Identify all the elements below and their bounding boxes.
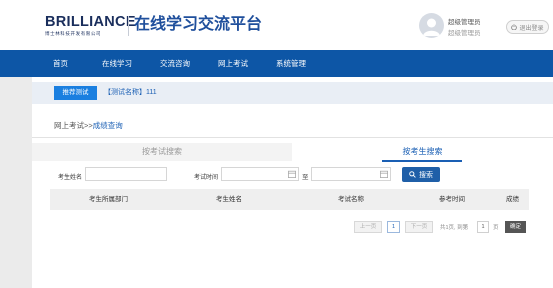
logo-divider bbox=[128, 16, 129, 36]
tab-search-by-exam[interactable]: 按考试搜索 bbox=[32, 143, 292, 161]
column-header-exam-name: 考试名称 bbox=[338, 196, 364, 203]
recommend-test-button[interactable]: 推荐测试 bbox=[54, 86, 97, 100]
column-header-score: 成绩 bbox=[506, 196, 519, 203]
site-title: 在线学习交流平台 bbox=[134, 16, 263, 33]
go-button[interactable]: 确定 bbox=[505, 221, 526, 233]
main-nav: 首页 在线学习 交流咨询 网上考试 系统管理 bbox=[0, 50, 553, 77]
brand-logo[interactable]: BRILLIANCE 博士林科技开发有限公司 bbox=[45, 14, 136, 38]
page-summary: 共1页, 到第 bbox=[440, 225, 469, 231]
logout-label: 退出登录 bbox=[519, 25, 544, 32]
search-button[interactable]: 搜索 bbox=[402, 167, 440, 182]
page-jump-input[interactable] bbox=[477, 221, 489, 233]
nav-item-consulting[interactable]: 交流咨询 bbox=[160, 50, 190, 77]
page-number-button[interactable]: 1 bbox=[387, 221, 400, 233]
user-avatar-icon[interactable] bbox=[419, 13, 444, 38]
logo-subtext: 博士林科技开发有限公司 bbox=[45, 31, 102, 36]
nav-item-online-exam[interactable]: 网上考试 bbox=[218, 50, 248, 77]
divider bbox=[32, 137, 553, 138]
student-name-input[interactable] bbox=[85, 167, 167, 181]
calendar-icon[interactable] bbox=[380, 170, 388, 178]
main-content bbox=[32, 77, 553, 288]
range-separator: 至 bbox=[302, 174, 309, 181]
nav-item-home[interactable]: 首页 bbox=[53, 50, 68, 77]
user-role: 超级管理员 bbox=[448, 19, 481, 26]
nav-item-online-learning[interactable]: 在线学习 bbox=[102, 50, 132, 77]
results-table-header: 考生所属部门 考生姓名 考试名称 参考时间 成绩 bbox=[50, 189, 529, 210]
nav-item-system-admin[interactable]: 系统管理 bbox=[276, 50, 306, 77]
breadcrumb: 网上考试>>成绩查询 bbox=[54, 120, 123, 131]
column-header-student-name: 考生姓名 bbox=[216, 196, 242, 203]
search-icon bbox=[409, 171, 416, 178]
recommend-test-link[interactable]: 【测试名称】111 bbox=[104, 87, 157, 97]
breadcrumb-separator: >> bbox=[84, 121, 93, 130]
student-name-label: 考生姓名 bbox=[58, 175, 83, 181]
search-label: 搜索 bbox=[419, 171, 433, 179]
user-name: 超级管理员 bbox=[448, 30, 481, 37]
exam-time-label: 考试时间 bbox=[194, 175, 219, 181]
active-tab-indicator bbox=[382, 160, 462, 162]
breadcrumb-parent[interactable]: 网上考试 bbox=[54, 121, 84, 130]
power-icon bbox=[511, 24, 518, 30]
column-header-exam-time: 参考时间 bbox=[439, 196, 465, 203]
calendar-icon[interactable] bbox=[288, 170, 296, 178]
prev-page-button[interactable]: 上一页 bbox=[354, 221, 382, 233]
logo-text: BRILLIANCE bbox=[45, 14, 136, 30]
column-header-department: 考生所属部门 bbox=[89, 196, 128, 203]
tab-search-by-student[interactable]: 按考生搜索 bbox=[292, 143, 553, 161]
exam-time-end-input[interactable] bbox=[311, 167, 391, 181]
header: BRILLIANCE 博士林科技开发有限公司 在线学习交流平台 超级管理员 超级… bbox=[0, 0, 553, 50]
breadcrumb-current: 成绩查询 bbox=[92, 121, 123, 130]
logout-button[interactable]: 退出登录 bbox=[506, 20, 549, 34]
page-unit: 页 bbox=[493, 225, 499, 231]
next-page-button[interactable]: 下一页 bbox=[405, 221, 433, 233]
recommend-bar: 推荐测试 【测试名称】111 bbox=[32, 82, 553, 104]
